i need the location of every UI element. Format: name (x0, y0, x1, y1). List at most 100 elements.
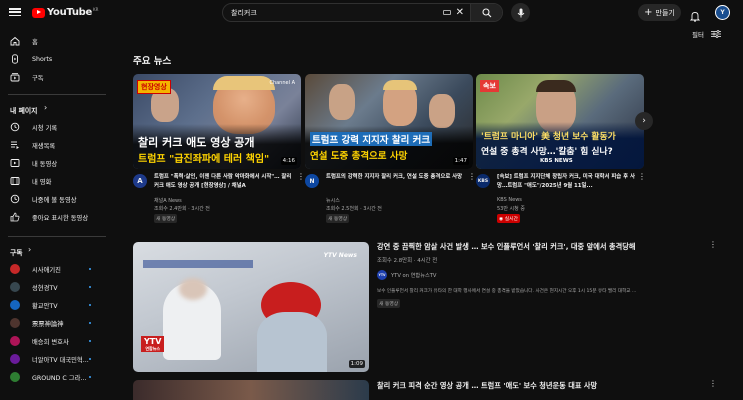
live-badge: ◉ 실시간 (497, 214, 520, 223)
video-thumbnail[interactable] (133, 380, 369, 400)
chevron-right-icon: › (28, 245, 32, 254)
channel-name[interactable]: KBS News (497, 197, 522, 203)
channel-avatar[interactable]: YTV (377, 270, 387, 280)
thumbnail-tag: 현장영상 (137, 80, 171, 94)
section-title: 주요 뉴스 (133, 56, 172, 67)
clear-icon[interactable]: ✕ (456, 7, 464, 18)
sidebar-item-label: 내 동영상 (32, 160, 58, 168)
thumbnail-headline: '트럼프 마니아' 美 청년 보수 활동가 (481, 132, 616, 142)
sidebar-heading: 내 페이지 (10, 107, 38, 115)
thumbnail-blur (179, 278, 207, 300)
sidebar-sub-2[interactable]: 황교안TV (0, 296, 106, 314)
logo-text: YouTube (47, 7, 92, 18)
video-thumbnail[interactable]: 현장영상 Channel A 찰리 커크 애도 영상 공개 트럼프 "급진좌파에… (133, 74, 301, 169)
channel-avatar[interactable]: A (133, 174, 147, 188)
thumbnail-headline: 찰리 커크 애도 영상 공개 (138, 136, 255, 149)
thumbnail-hair (536, 80, 576, 92)
movies-icon (10, 176, 20, 186)
thumbnail-headline: 연설 도중 총격으로 사망 (310, 151, 408, 162)
channel-avatar (10, 354, 20, 364)
channel-avatar[interactable]: N (305, 174, 319, 188)
sidebar-sub-0[interactable]: 시사애기진 (0, 260, 106, 278)
sidebar-item-liked-videos[interactable]: 좋아요 표시한 동영상 (0, 208, 106, 226)
plus-icon: + (644, 7, 653, 18)
more-options-icon[interactable]: ⋮ (709, 379, 717, 388)
video-stats: 53만 시청 중 (497, 206, 525, 212)
thumbnail-banner (143, 260, 253, 268)
voice-search-button[interactable] (511, 3, 530, 22)
sidebar-sub-1[interactable]: 성현경TV (0, 278, 106, 296)
sidebar-item-watch-later[interactable]: 나중에 볼 동영상 (0, 190, 106, 208)
sidebar-item-your-videos[interactable]: 내 동영상 (0, 154, 106, 172)
thumbnail-hair (213, 76, 275, 90)
more-options-icon[interactable]: ⋮ (638, 172, 646, 181)
video-title[interactable]: 강연 중 끔찍한 암살 사건 발생 … 보수 인플루언서 '찰리 커크', 대중… (377, 242, 707, 252)
sidebar-item-label: 구독 (32, 74, 44, 82)
sidebar-sub-6[interactable]: GROUND C 그라... (0, 368, 106, 386)
channel-avatar[interactable]: KBS (476, 174, 490, 188)
sidebar-item-movies[interactable]: 내 영화 (0, 172, 106, 190)
youtube-logo[interactable]: YouTube KR (32, 7, 98, 18)
video-thumbnail[interactable]: YTV News YTV 연합뉴스 1:09 (133, 242, 369, 372)
sidebar-item-subscriptions[interactable]: 구독 (0, 68, 106, 86)
sidebar-my-page-heading[interactable]: 내 페이지 › (0, 100, 106, 118)
sidebar-item-playlists[interactable]: 재생목록 (0, 136, 106, 154)
chevron-right-icon: › (642, 116, 646, 126)
sidebar-sub-5[interactable]: 너알아TV 대국민혁... (0, 350, 106, 368)
sidebar-item-shorts[interactable]: Shorts (0, 50, 106, 68)
more-options-icon[interactable]: ⋮ (468, 172, 476, 181)
new-badge: 새 동영상 (377, 299, 401, 308)
keyboard-icon[interactable] (442, 10, 451, 15)
sidebar-heading: 구독 (10, 249, 23, 257)
bell-icon (689, 12, 701, 22)
sidebar-sub-3[interactable]: 票票神論神 (0, 314, 106, 332)
sidebar-item-label: 황교안TV (32, 302, 58, 310)
your-videos-icon (10, 158, 20, 168)
thumbnail-figure (257, 312, 327, 372)
microphone-icon (517, 8, 524, 17)
sidebar-subscriptions-heading[interactable]: 구독 › (0, 242, 106, 260)
thumbnail-channel-mark: YTV News (323, 252, 357, 259)
channel-name[interactable]: 채널A News (154, 197, 182, 204)
sidebar-item-label: 내 영화 (32, 178, 52, 186)
video-thumbnail[interactable]: 트럼프 강력 지지자 찰리 커크 연설 도중 총격으로 사망 1:47 (305, 74, 473, 169)
sidebar-item-label: 나중에 볼 동영상 (32, 196, 77, 204)
channel-avatar (10, 282, 20, 292)
channel-name[interactable]: YTV on 연합뉴스TV (391, 272, 436, 279)
channel-avatar (10, 264, 20, 274)
search-icon (481, 7, 491, 17)
more-options-icon[interactable]: ⋮ (709, 240, 717, 249)
sidebar-item-history[interactable]: 시청 기록 (0, 118, 106, 136)
youtube-play-icon (32, 7, 45, 18)
create-button[interactable]: + 만들기 (638, 4, 681, 21)
new-content-dot (89, 304, 91, 306)
thumbnail-logo-text: YTV (144, 337, 162, 346)
video-thumbnail[interactable]: 속보 '트럼프 마니아' 美 청년 보수 활동가 연설 중 총격 사망…'칼춤'… (476, 74, 644, 169)
search-input[interactable] (223, 8, 443, 17)
channel-name[interactable]: 뉴시스 (326, 197, 340, 204)
thumbnail-logo: YTV 연합뉴스 (141, 336, 165, 352)
video-title[interactable]: [속보] 트럼프 지지단체 창립자 커크, 미국 대학서 피습 후 사망…트럼프… (497, 173, 637, 191)
new-badge: 새 동영상 (154, 214, 178, 223)
filter-button[interactable]: 필터 (692, 29, 721, 39)
sidebar-sub-4[interactable]: 배승희 변호사 (0, 332, 106, 350)
menu-icon[interactable] (9, 6, 21, 18)
new-content-dot (89, 268, 91, 270)
video-title[interactable]: 찰리 커크 피격 순간 영상 공개 … 트럼프 '애도' 보수 청년운동 대표 … (377, 381, 707, 391)
carousel-next-button[interactable]: › (635, 112, 653, 130)
thumbnail-headline: 연설 중 총격 사망…'칼춤' 힘 싣나? (481, 147, 613, 157)
video-title[interactable]: 트럼프의 강력한 지지자 찰리 커크, 연설 도중 총격으로 사망 (326, 173, 468, 191)
channel-avatar (10, 300, 20, 310)
playlists-icon (10, 140, 20, 150)
video-duration: 1:09 (348, 360, 365, 368)
search-button[interactable] (470, 4, 502, 21)
shorts-icon (10, 54, 20, 64)
more-options-icon[interactable]: ⋮ (297, 172, 305, 181)
account-avatar[interactable]: Y (715, 5, 730, 20)
search-bar: ✕ (222, 3, 503, 22)
sidebar-item-home[interactable]: 홈 (0, 32, 106, 50)
sidebar-item-label: GROUND C 그라... (32, 374, 87, 382)
video-title[interactable]: 트럼프 "폭력·살인, 이젠 다른 사람 악마화에서 시작"… 찰리 커크 애도… (154, 173, 296, 191)
sidebar-item-label: 좋아요 표시한 동영상 (32, 214, 89, 222)
notifications-button[interactable] (689, 7, 701, 26)
